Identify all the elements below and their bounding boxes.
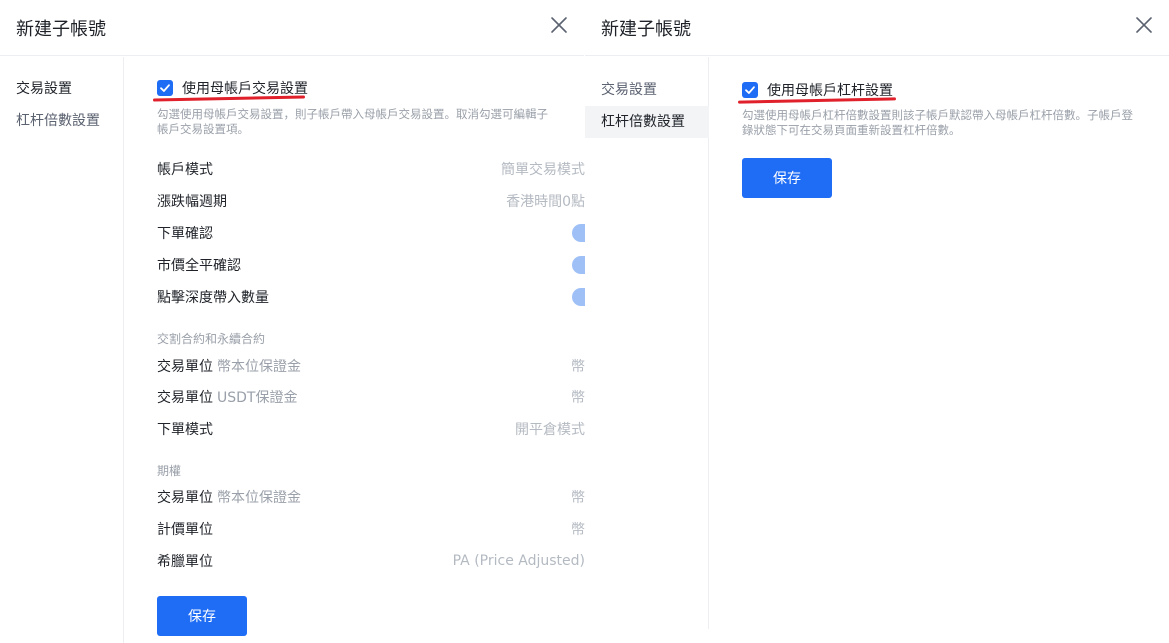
market-close-all-confirmation-row: 市價全平確認 xyxy=(157,251,602,279)
sidebar-item-leverage-settings[interactable]: 杠杆倍數設置 xyxy=(585,106,709,138)
save-button[interactable]: 保存 xyxy=(742,158,832,198)
dialog-title: 新建子帳號 xyxy=(16,19,106,40)
account-mode-row: 帳戶模式 簡單交易模式 xyxy=(157,155,602,183)
close-icon[interactable] xyxy=(548,14,570,36)
options-trading-unit-row: 交易單位 幣本位保證金 幣 xyxy=(157,483,602,511)
setting-label: 計價單位 xyxy=(157,522,213,538)
settings-sidebar: 交易設置 杠杆倍數設置 xyxy=(0,57,124,643)
setting-label: 下單模式 xyxy=(157,422,213,438)
leverage-settings-content: 使用母帳戶杠杆設置 勾選使用母帳戶杠杆倍數設置則該子帳戶默認帶入母帳戶杠杆倍數。… xyxy=(710,57,1169,643)
setting-label: 市價全平確認 xyxy=(157,258,241,274)
futures-usdt-margin-unit-row: 交易單位 USDT保證金 幣 xyxy=(157,383,602,411)
greeks-unit-select[interactable]: PA (Price Adjusted) xyxy=(453,553,602,569)
sidebar-item-trading-settings[interactable]: 交易設置 xyxy=(0,73,124,105)
setting-label: 帳戶模式 xyxy=(157,162,213,178)
settings-sidebar: 交易設置 杠杆倍數設置 xyxy=(585,57,709,629)
futures-coin-margin-unit-row: 交易單位 幣本位保證金 幣 xyxy=(157,352,602,380)
quote-unit-row: 計價單位 幣 xyxy=(157,515,602,543)
setting-label: 交易單位 USDT保證金 xyxy=(157,390,298,406)
setting-label: 漲跌幅週期 xyxy=(157,194,227,210)
order-mode-row: 下單模式 開平倉模式 xyxy=(157,415,602,443)
greeks-unit-row: 希臘單位 PA (Price Adjusted) xyxy=(157,547,602,575)
create-subaccount-dialog-trading: 新建子帳號 交易設置 杠杆倍數設置 使用母帳戶交易設置 勾選使用母帳戶交易設置，… xyxy=(0,0,602,643)
order-confirmation-row: 下單確認 xyxy=(157,219,602,247)
checkbox-checked-icon xyxy=(742,82,758,98)
checkbox-description: 勾選使用母帳戶交易設置，則子帳戶帶入母帳戶交易設置。取消勾選可編輯子 帳戶交易設… xyxy=(157,107,548,136)
futures-section-title: 交割合約和永續合約 xyxy=(157,332,266,346)
click-depth-quantity-row: 點擊深度帶入數量 xyxy=(157,283,602,311)
trading-settings-content: 使用母帳戶交易設置 勾選使用母帳戶交易設置，則子帳戶帶入母帳戶交易設置。取消勾選… xyxy=(125,57,602,643)
create-subaccount-dialog-leverage: 新建子帳號 交易設置 杠杆倍數設置 使用母帳戶杠杆設置 勾選使用母帳戶杠杆倍數設… xyxy=(585,0,1169,643)
close-icon[interactable] xyxy=(1133,14,1155,36)
dialog-header: 新建子帳號 xyxy=(0,0,584,56)
checkbox-description: 勾選使用母帳戶杠杆倍數設置則該子帳戶默認帶入母帳戶杠杆倍數。子帳戶登 錄狀態下可… xyxy=(742,108,1133,137)
setting-label: 下單確認 xyxy=(157,226,213,242)
sidebar-item-trading-settings[interactable]: 交易設置 xyxy=(585,74,709,106)
setting-label: 交易單位 幣本位保證金 xyxy=(157,359,301,375)
dialog-header: 新建子帳號 xyxy=(585,0,1169,56)
setting-label: 點擊深度帶入數量 xyxy=(157,290,269,306)
sidebar-item-leverage-settings[interactable]: 杠杆倍數設置 xyxy=(0,105,124,137)
setting-label: 交易單位 幣本位保證金 xyxy=(157,490,301,506)
options-section-title: 期權 xyxy=(157,464,182,478)
price-change-period-row: 漲跌幅週期 香港時間0點 xyxy=(157,187,602,215)
save-button[interactable]: 保存 xyxy=(157,596,247,636)
checkbox-checked-icon xyxy=(157,80,173,96)
dialog-title: 新建子帳號 xyxy=(601,19,691,40)
setting-label: 希臘單位 xyxy=(157,554,213,570)
